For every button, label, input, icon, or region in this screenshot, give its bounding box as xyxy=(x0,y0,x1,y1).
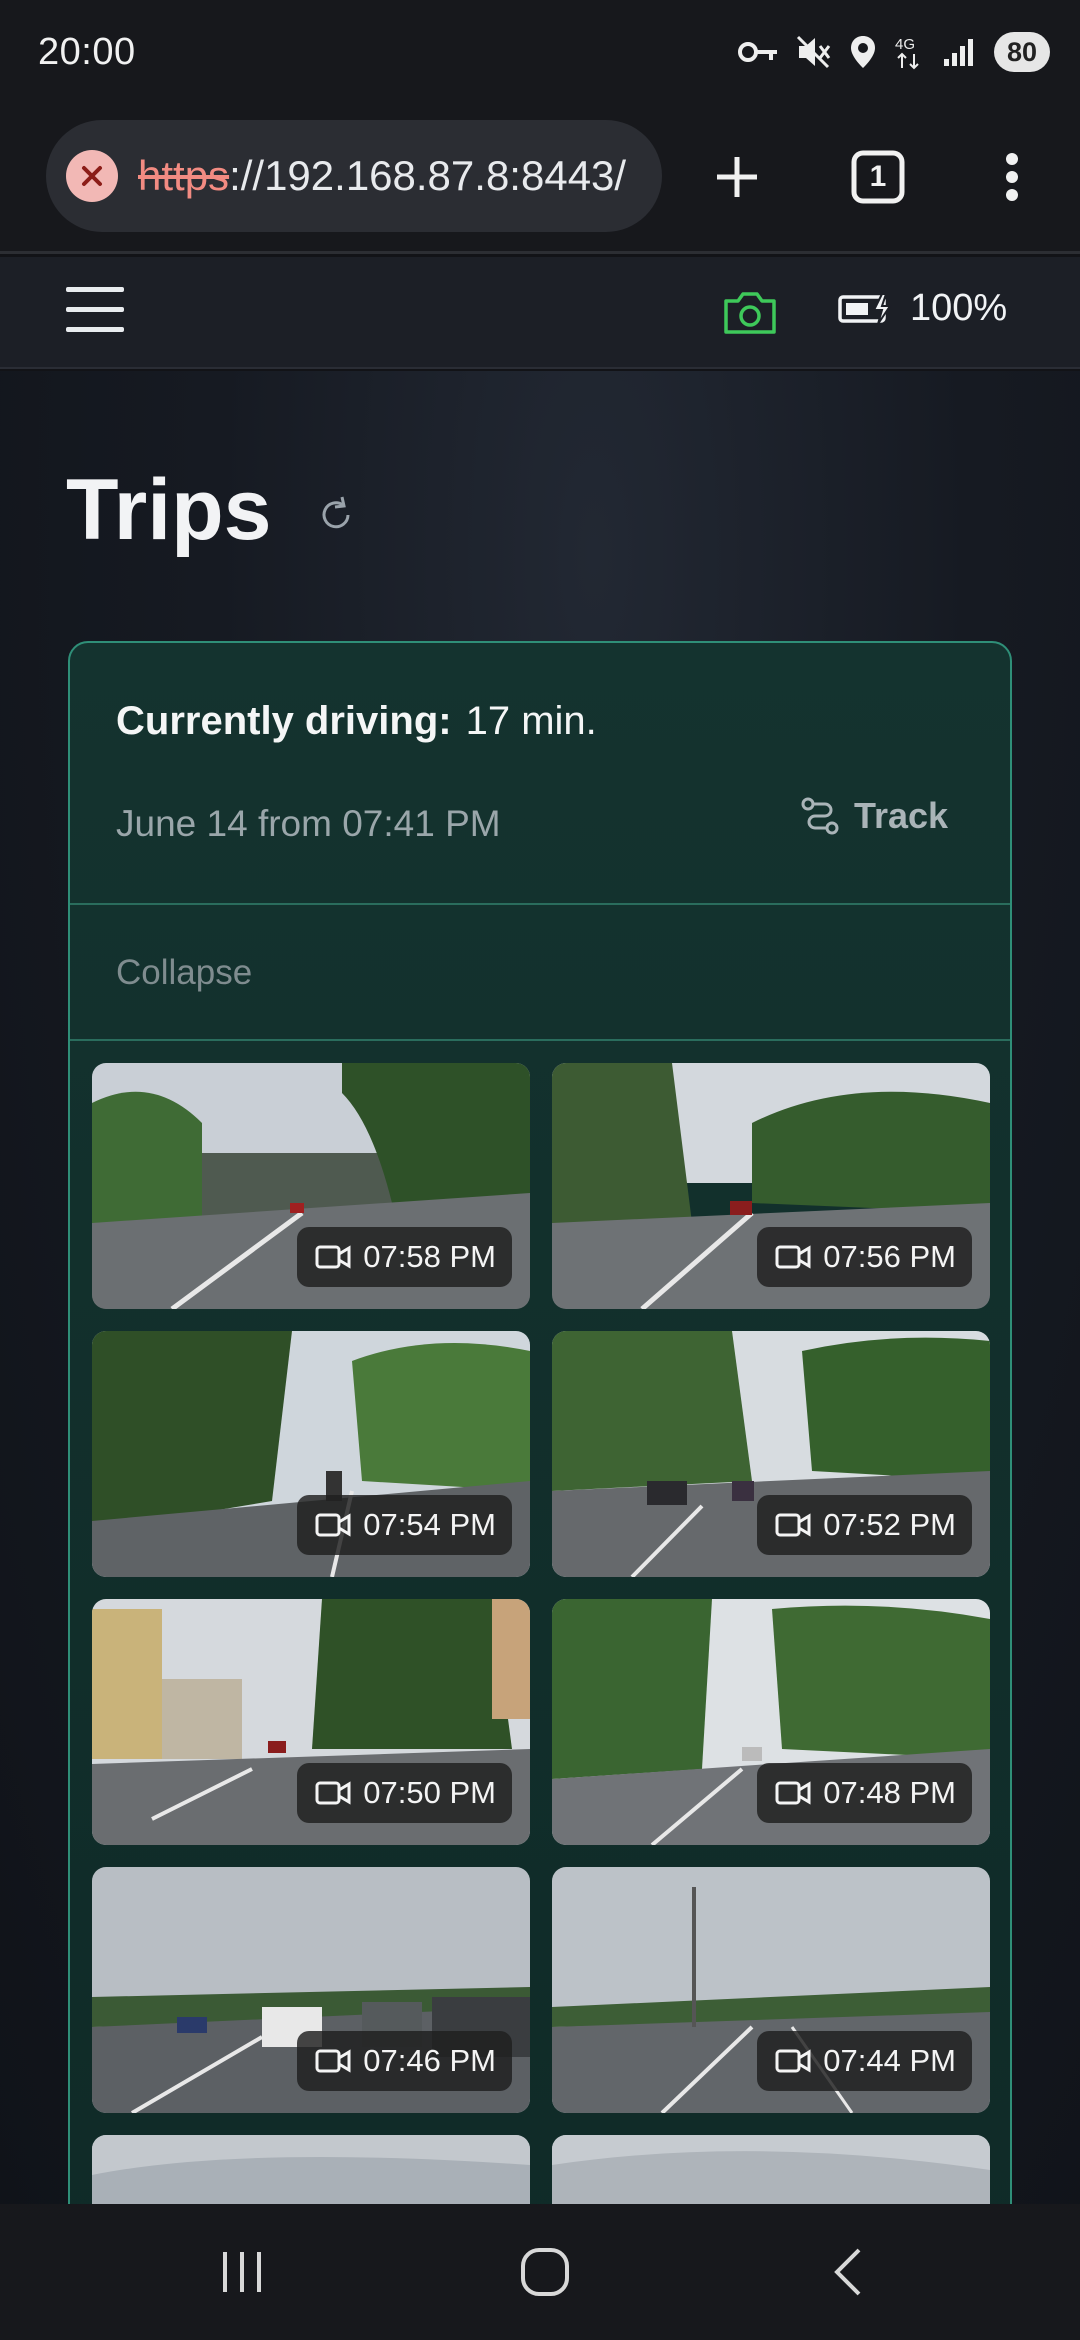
insecure-icon[interactable] xyxy=(66,150,118,202)
trip-date: June 14 from 07:41 PM xyxy=(116,803,501,844)
more-menu-icon xyxy=(1006,153,1018,201)
clip-time-badge: 07:44 PM xyxy=(757,2031,972,2091)
clip-thumbnail[interactable] xyxy=(92,2135,530,2204)
clip-time: 07:58 PM xyxy=(363,1239,496,1274)
battery-charging-icon xyxy=(838,292,892,325)
signal-icon xyxy=(943,39,973,66)
tab-switcher-button[interactable]: 1 xyxy=(843,142,913,212)
url-scheme: https xyxy=(138,152,230,199)
video-icon xyxy=(775,1513,811,1537)
clip-time: 07:50 PM xyxy=(363,1775,496,1810)
video-icon xyxy=(315,1513,351,1537)
home-icon xyxy=(521,2248,569,2296)
driving-label: Currently driving: xyxy=(116,699,452,743)
network-label: 4G xyxy=(895,36,915,53)
video-icon xyxy=(315,1245,351,1269)
clip-time-badge: 07:54 PM xyxy=(297,1495,512,1555)
clip-time: 07:54 PM xyxy=(363,1507,496,1542)
video-icon xyxy=(775,2049,811,2073)
main-content: Trips Currently driving: 17 min. June 14 … xyxy=(0,371,1080,2204)
clip-time-badge: 07:46 PM xyxy=(297,2031,512,2091)
home-button[interactable] xyxy=(505,2242,585,2302)
tab-count: 1 xyxy=(869,160,887,193)
network-4g-icon: 4G xyxy=(895,36,919,70)
video-icon xyxy=(315,2049,351,2073)
refresh-icon[interactable] xyxy=(318,493,354,533)
route-icon xyxy=(801,797,839,835)
battery-percent: 100% xyxy=(910,287,1008,329)
clip-time-badge: 07:52 PM xyxy=(757,1495,972,1555)
url-text: https://192.168.87.8:8443/ xyxy=(138,152,626,200)
vpn-key-icon xyxy=(737,42,777,62)
device-battery: 100% xyxy=(838,287,1007,330)
url-host: ://192.168.87.8:8443/ xyxy=(229,152,627,199)
clip-time-badge: 07:50 PM xyxy=(297,1763,512,1823)
new-tab-icon xyxy=(717,157,757,197)
battery-icon: 80 xyxy=(993,32,1050,72)
clip-time-badge: 07:56 PM xyxy=(757,1227,972,1287)
recents-button[interactable] xyxy=(202,2242,282,2302)
driving-duration: 17 min. xyxy=(465,699,597,743)
address-bar[interactable]: https://192.168.87.8:8443/ xyxy=(46,120,662,232)
trip-card: Currently driving: 17 min. June 14 from 0… xyxy=(68,641,1012,2204)
hamburger-menu-icon[interactable] xyxy=(66,287,124,339)
video-icon xyxy=(775,1781,811,1805)
video-icon xyxy=(315,1781,351,1805)
track-label: Track xyxy=(854,795,949,836)
clip-thumbnail[interactable]: 07:54 PM xyxy=(92,1331,530,1577)
system-nav-bar xyxy=(0,2204,1080,2340)
status-time: 20:00 xyxy=(38,30,136,73)
clip-time-badge: 07:48 PM xyxy=(757,1763,972,1823)
clip-thumbnail[interactable] xyxy=(552,2135,990,2204)
video-icon xyxy=(775,1245,811,1269)
recents-icon xyxy=(223,2252,261,2292)
clip-time: 07:52 PM xyxy=(823,1507,956,1542)
driving-status: Currently driving: 17 min. xyxy=(116,699,597,744)
mute-icon xyxy=(796,35,831,69)
collapse-label: Collapse xyxy=(116,953,253,992)
page-title: Trips xyxy=(66,462,272,558)
clip-thumbnail[interactable]: 07:56 PM xyxy=(552,1063,990,1309)
clip-thumbnail[interactable]: 07:50 PM xyxy=(92,1599,530,1845)
trip-card-header: Currently driving: 17 min. June 14 from 0… xyxy=(70,643,1010,905)
track-button[interactable]: Track xyxy=(800,795,948,837)
clip-time: 07:46 PM xyxy=(363,2043,496,2078)
browser-toolbar: https://192.168.87.8:8443/ 1 xyxy=(0,104,1080,254)
camera-icon[interactable] xyxy=(720,283,780,343)
location-icon xyxy=(850,36,875,68)
clip-time: 07:48 PM xyxy=(823,1775,956,1810)
clip-time-badge: 07:58 PM xyxy=(297,1227,512,1287)
app-header: 100% xyxy=(0,257,1080,369)
status-icons: 4G 80 xyxy=(737,32,1050,72)
back-button[interactable] xyxy=(808,2242,888,2302)
clip-thumbnail[interactable]: 07:58 PM xyxy=(92,1063,530,1309)
clip-thumbnail[interactable]: 07:46 PM xyxy=(92,1867,530,2113)
clip-thumbnail[interactable]: 07:52 PM xyxy=(552,1331,990,1577)
back-icon xyxy=(834,2248,861,2296)
more-menu-button[interactable] xyxy=(977,142,1047,212)
clip-thumbnail[interactable]: 07:48 PM xyxy=(552,1599,990,1845)
clip-time: 07:44 PM xyxy=(823,2043,956,2078)
status-bar: 20:00 4G 80 xyxy=(0,0,1080,104)
clip-thumbnail[interactable]: 07:44 PM xyxy=(552,1867,990,2113)
collapse-button[interactable]: Collapse xyxy=(70,907,1010,1041)
clip-time: 07:56 PM xyxy=(823,1239,956,1274)
new-tab-button[interactable] xyxy=(702,142,772,212)
